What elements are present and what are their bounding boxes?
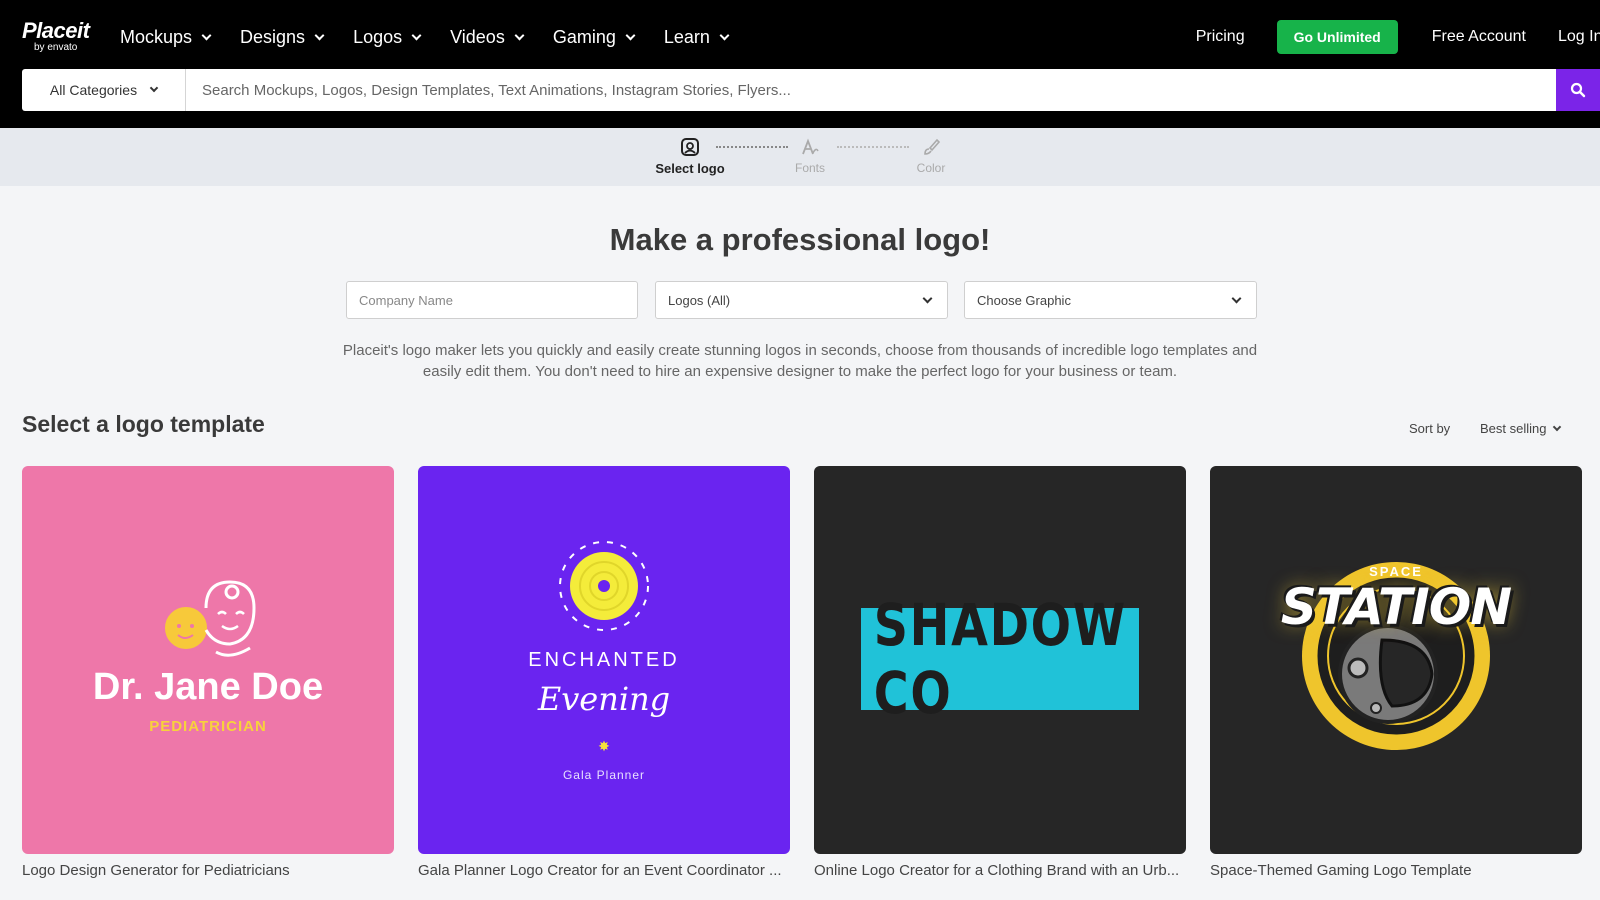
chevron-down-icon [149, 83, 159, 93]
logo-preview-tagline: Gala Planner [562, 768, 646, 782]
sort-label: Sort by [1409, 421, 1451, 436]
template-card-pediatrician[interactable]: Dr. Jane Doe PEDIATRICIAN Logo Design Ge… [22, 466, 394, 879]
category-select-value: All Categories [49, 82, 138, 98]
sort-select-value: Best selling [1480, 421, 1547, 436]
chevron-down-icon [625, 30, 636, 40]
company-name-input[interactable] [346, 281, 638, 319]
search-button[interactable] [1556, 69, 1600, 111]
logos-category-select[interactable]: Logos (All) [655, 281, 948, 319]
fonts-icon [802, 138, 819, 155]
logos-select-value: Logos (All) [668, 292, 731, 308]
logo-preview-name: SHADOW CO [873, 591, 1127, 727]
step-label: Select logo [655, 161, 725, 176]
step-label: Fonts [794, 161, 825, 175]
nav-item-logos[interactable]: Logos [353, 26, 422, 48]
main-nav: Mockups Designs Logos Videos Gaming Lear… [120, 24, 758, 50]
chevron-down-icon [719, 30, 730, 40]
category-select[interactable]: All Categories [22, 69, 186, 111]
logo-preview-script: Evening [537, 680, 671, 718]
nav-item-designs[interactable]: Designs [240, 26, 325, 48]
vinyl-record-icon [559, 541, 649, 631]
nav-item-learn[interactable]: Learn [663, 26, 730, 48]
logo-preview-name: ENCHANTED [528, 649, 680, 671]
template-thumbnail[interactable]: ENCHANTED Evening ✸ Gala Planner [418, 466, 790, 854]
logo-preview-name: STATION [1280, 578, 1512, 636]
graphic-select-value: Choose Graphic [977, 292, 1071, 308]
search-bar: All Categories [22, 69, 1600, 111]
search-icon [1570, 82, 1586, 98]
nav-item-mockups[interactable]: Mockups [120, 26, 212, 48]
template-title[interactable]: Gala Planner Logo Creator for an Event C… [418, 862, 790, 879]
step-label: Color [916, 161, 946, 175]
page-title: Make a professional logo! [609, 222, 991, 257]
account-nav: Pricing Go Unlimited Free Account Log In [1196, 20, 1600, 54]
nav-item-gaming[interactable]: Gaming [552, 26, 636, 48]
template-title[interactable]: Online Logo Creator for a Clothing Brand… [814, 862, 1186, 879]
chevron-down-icon [1231, 293, 1242, 303]
chevron-down-icon [514, 30, 525, 40]
template-card-shadow-co[interactable]: SHADOW CO Online Logo Creator for a Clot… [814, 466, 1186, 879]
template-thumbnail[interactable]: Dr. Jane Doe PEDIATRICIAN [22, 466, 394, 854]
step-color[interactable]: Color [886, 137, 976, 175]
placeit-logo[interactable]: Placeit by envato [22, 18, 90, 54]
color-brush-icon [924, 138, 941, 155]
nav-item-label: Logos [353, 26, 403, 47]
brand-sub: by envato [34, 42, 78, 53]
nav-item-label: Learn [663, 26, 710, 47]
template-card-space-station[interactable]: SPACE STATION Space-Themed Gaming Logo T… [1210, 466, 1582, 879]
chevron-down-icon [922, 293, 933, 303]
section-title: Select a logo template [22, 411, 265, 437]
logo-preview-tagline: PEDIATRICIAN [149, 718, 267, 735]
template-thumbnail[interactable]: SHADOW CO [814, 466, 1186, 854]
template-title[interactable]: Space-Themed Gaming Logo Template [1210, 862, 1582, 879]
pricing-link[interactable]: Pricing [1196, 28, 1245, 46]
mother-baby-icon [163, 580, 256, 657]
free-account-link[interactable]: Free Account [1432, 28, 1526, 46]
nav-item-label: Gaming [552, 26, 616, 47]
nav-item-label: Videos [450, 26, 505, 47]
chevron-down-icon [411, 30, 422, 40]
logo-maker-description: Placeit's logo maker lets you quickly an… [342, 342, 1258, 380]
logo-steps: Select logo Fonts Color [0, 128, 1600, 186]
step-fonts[interactable]: Fonts [765, 137, 855, 175]
brand-name: Placeit [22, 18, 90, 43]
template-thumbnail[interactable]: SPACE STATION [1210, 466, 1582, 854]
logo-preview-name: Dr. Jane Doe [92, 666, 324, 708]
star-icon: ✸ [598, 738, 610, 754]
search-input[interactable] [186, 69, 1556, 111]
nav-item-videos[interactable]: Videos [450, 26, 525, 48]
chevron-down-icon [201, 30, 212, 40]
go-unlimited-button[interactable]: Go Unlimited [1276, 20, 1398, 54]
login-link[interactable]: Log In [1558, 28, 1600, 46]
nav-item-label: Mockups [120, 26, 193, 47]
logo-select-icon [681, 138, 699, 156]
template-title[interactable]: Logo Design Generator for Pediatricians [22, 862, 394, 879]
chevron-down-icon [314, 30, 325, 40]
chevron-down-icon [1553, 422, 1562, 431]
nav-item-label: Designs [240, 26, 306, 47]
logo-preview-box: SHADOW CO [861, 591, 1139, 727]
step-select-logo[interactable]: Select logo [645, 137, 735, 176]
logo-preview-top: SPACE [1369, 564, 1423, 579]
template-card-gala-planner[interactable]: ENCHANTED Evening ✸ Gala Planner Gala Pl… [418, 466, 790, 879]
choose-graphic-select[interactable]: Choose Graphic [964, 281, 1257, 319]
top-navigation-bar: Placeit by envato Mockups Designs Logos … [0, 0, 1600, 128]
sort-select[interactable]: Best selling [1480, 421, 1562, 436]
